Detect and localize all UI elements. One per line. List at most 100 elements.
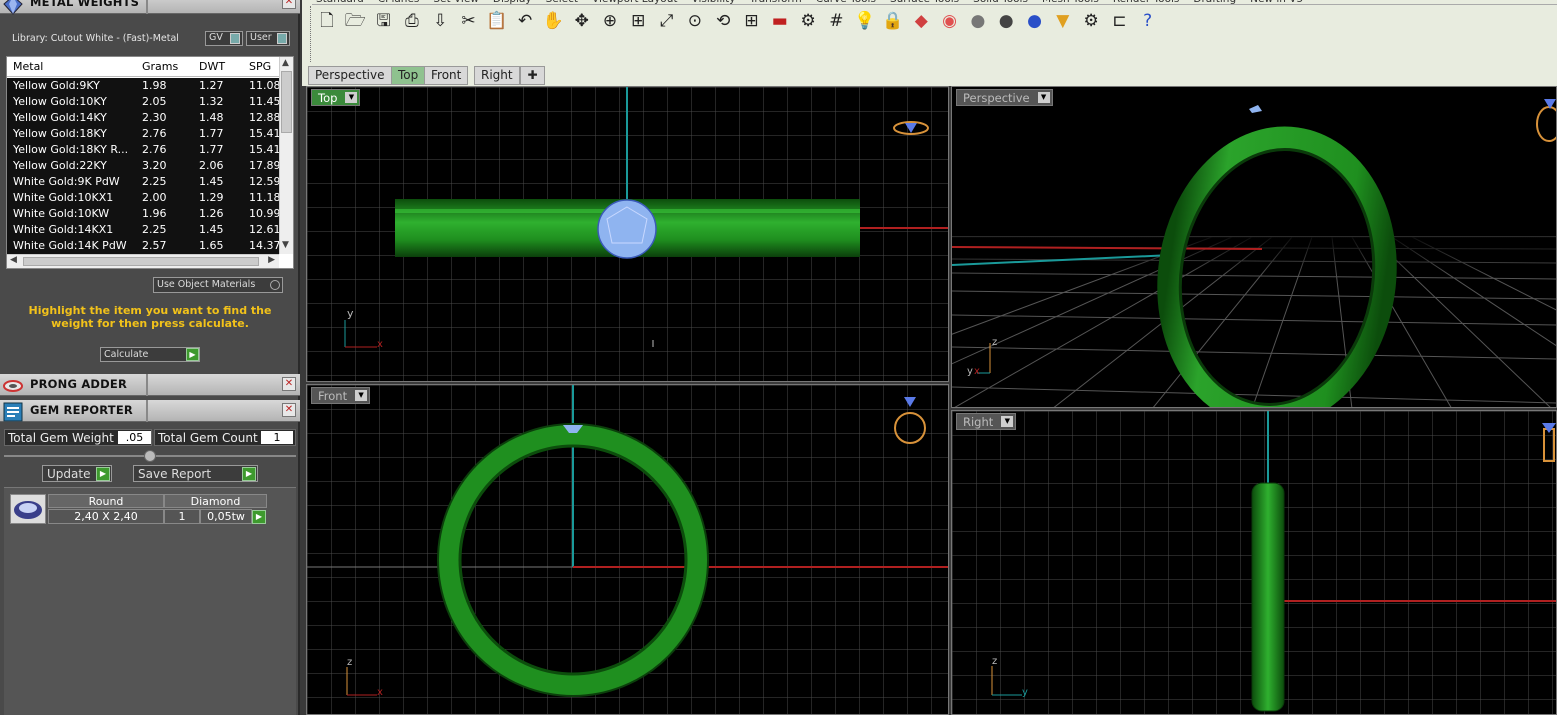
- viewport-right[interactable]: z y Right ▼: [951, 410, 1557, 715]
- viewport-label-top[interactable]: Top ▼: [311, 89, 361, 106]
- gem-reporter-header[interactable]: GEM REPORTER ✕: [0, 400, 300, 422]
- column-header-spg[interactable]: SPG: [249, 60, 271, 73]
- save-icon[interactable]: 🖫: [373, 10, 395, 32]
- table-row[interactable]: Yellow Gold:18KY R... 2.76 1.77 15.41: [7, 142, 281, 158]
- grid-icon[interactable]: #: [825, 10, 847, 32]
- open-folder-icon[interactable]: 🗁: [344, 10, 366, 32]
- close-icon[interactable]: ✕: [282, 403, 296, 417]
- zoom-extents-icon[interactable]: ⤢: [656, 10, 678, 32]
- chevron-down-icon[interactable]: ▼: [1037, 92, 1050, 103]
- scroll-up-icon[interactable]: ▲: [282, 58, 289, 68]
- column-header-metal[interactable]: Metal: [13, 60, 43, 73]
- table-row[interactable]: White Gold:14KX1 2.25 1.45 12.61: [7, 222, 281, 238]
- tab-right[interactable]: Right: [474, 66, 520, 85]
- table-row[interactable]: Yellow Gold:10KY 2.05 1.32 11.45: [7, 94, 281, 110]
- gem-select-icon[interactable]: ▶: [252, 510, 266, 524]
- instruction-text: Highlight the item you want to find the …: [28, 304, 272, 330]
- help-icon[interactable]: ?: [1137, 10, 1159, 32]
- axis-z-label: z: [347, 657, 353, 668]
- print-icon[interactable]: ⎙: [401, 10, 423, 32]
- toolbar-grip[interactable]: [310, 6, 313, 62]
- scroll-right-icon[interactable]: ▶: [268, 255, 275, 265]
- render-sphere-icon[interactable]: ●: [995, 10, 1017, 32]
- blue-sphere-icon[interactable]: ●: [1024, 10, 1046, 32]
- box-material-icon[interactable]: ◆: [910, 10, 932, 32]
- spotlight-icon[interactable]: ▼: [1052, 10, 1074, 32]
- color-wheel-icon[interactable]: ◉: [939, 10, 961, 32]
- scroll-left-icon[interactable]: ◀: [10, 255, 17, 265]
- zoom-selected-icon[interactable]: ⊙: [684, 10, 706, 32]
- viewport-front[interactable]: z x Front ▼: [306, 384, 949, 715]
- table-row[interactable]: White Gold:10KX1 2.00 1.29 11.18: [7, 190, 281, 206]
- horizontal-scrollbar[interactable]: ◀ ▶: [7, 254, 279, 268]
- chevron-down-icon[interactable]: ▼: [355, 390, 368, 401]
- calculate-button[interactable]: Calculate ▶: [100, 347, 200, 362]
- table-row[interactable]: White Gold:14K PdW 2.57 1.65 14.37: [7, 238, 281, 254]
- perspective-viewport-canvas: [952, 99, 1556, 407]
- total-gem-weight-row: Total Gem Weight .05: [4, 429, 152, 446]
- metal-weights-icon: [3, 0, 23, 15]
- light-bulb-icon[interactable]: 💡: [854, 10, 876, 32]
- close-icon[interactable]: ✕: [282, 377, 296, 391]
- table-cell: 3.20: [142, 159, 167, 172]
- close-icon[interactable]: ✕: [282, 0, 296, 9]
- shaded-sphere-icon[interactable]: ●: [967, 10, 989, 32]
- tab-front[interactable]: Front: [424, 66, 469, 85]
- layout-icon[interactable]: ⊏: [1108, 10, 1130, 32]
- update-button[interactable]: Update ▶: [42, 465, 112, 482]
- table-row[interactable]: White Gold:9K PdW 2.25 1.45 12.59: [7, 174, 281, 190]
- rotate-view-icon[interactable]: ⟲: [712, 10, 734, 32]
- chevron-down-icon[interactable]: ▼: [345, 92, 358, 103]
- metal-table: Metal Grams DWT SPG Yellow Gold:9KY 1.98 1…: [6, 56, 294, 269]
- new-file-icon[interactable]: 🗋: [316, 10, 338, 32]
- save-report-button[interactable]: Save Report ▶: [133, 465, 258, 482]
- table-row[interactable]: Yellow Gold:22KY 3.20 2.06 17.89: [7, 158, 281, 174]
- h-scroll-thumb[interactable]: [23, 257, 259, 266]
- viewport-perspective[interactable]: z y x Perspective ▼: [951, 86, 1557, 408]
- lock-icon[interactable]: 🔒: [882, 10, 904, 32]
- zoom-window-icon[interactable]: ⊞: [627, 10, 649, 32]
- viewport-label-front[interactable]: Front ▼: [311, 387, 371, 404]
- scroll-down-icon[interactable]: ▼: [282, 240, 289, 250]
- table-row[interactable]: White Gold:10KW 1.96 1.26 10.99: [7, 206, 281, 222]
- total-gem-count-value[interactable]: 1: [261, 431, 293, 444]
- cut-icon[interactable]: ✂: [458, 10, 480, 32]
- splitter-handle[interactable]: [144, 450, 156, 462]
- total-gem-weight-value[interactable]: .05: [118, 431, 151, 444]
- tab-top[interactable]: Top: [391, 66, 426, 85]
- gem-thumbnail[interactable]: [10, 494, 46, 524]
- column-header-grams[interactable]: Grams: [142, 60, 178, 73]
- move-icon[interactable]: ✥: [571, 10, 593, 32]
- viewport-top[interactable]: y x Top ▼: [306, 86, 949, 382]
- options-icon[interactable]: ⚙: [797, 10, 819, 32]
- viewport-label-right[interactable]: Right ▼: [956, 413, 1017, 430]
- import-icon[interactable]: ⇩: [429, 10, 451, 32]
- chevron-down-icon[interactable]: ▼: [1001, 416, 1014, 427]
- table-row[interactable]: Yellow Gold:14KY 2.30 1.48 12.88: [7, 110, 281, 126]
- car-icon[interactable]: ▬: [769, 10, 791, 32]
- save-report-label: Save Report: [138, 467, 212, 481]
- vertical-scrollbar[interactable]: ▲ ▼: [279, 57, 293, 254]
- axis-z-label: z: [992, 656, 998, 667]
- prong-adder-header[interactable]: PRONG ADDER ✕: [0, 374, 300, 396]
- add-tab-icon[interactable]: ✚: [520, 66, 545, 85]
- user-toggle[interactable]: User: [246, 31, 290, 46]
- metal-weights-header[interactable]: METAL WEIGHTS ✕: [0, 0, 300, 15]
- paste-icon[interactable]: 📋: [486, 10, 508, 32]
- gears-icon[interactable]: ⚙: [1080, 10, 1102, 32]
- zoom-in-icon[interactable]: ⊕: [599, 10, 621, 32]
- table-row[interactable]: Yellow Gold:9KY 1.98 1.27 11.08: [7, 78, 281, 94]
- column-header-dwt[interactable]: DWT: [199, 60, 225, 73]
- gv-toggle[interactable]: GV: [205, 31, 243, 46]
- table-cell: White Gold:14KX1: [13, 223, 114, 236]
- four-viewports-icon[interactable]: ⊞: [741, 10, 763, 32]
- use-object-materials-checkbox[interactable]: Use Object Materials: [153, 277, 283, 293]
- total-gem-weight-label: Total Gem Weight: [8, 431, 114, 445]
- pan-hand-icon[interactable]: ✋: [542, 10, 564, 32]
- viewport-label-perspective[interactable]: Perspective ▼: [956, 89, 1053, 106]
- scroll-thumb[interactable]: [281, 71, 292, 133]
- undo-icon[interactable]: ↶: [514, 10, 536, 32]
- tab-perspective[interactable]: Perspective: [308, 66, 392, 85]
- table-row[interactable]: Yellow Gold:18KY 2.76 1.77 15.41: [7, 126, 281, 142]
- user-label: User: [250, 32, 272, 43]
